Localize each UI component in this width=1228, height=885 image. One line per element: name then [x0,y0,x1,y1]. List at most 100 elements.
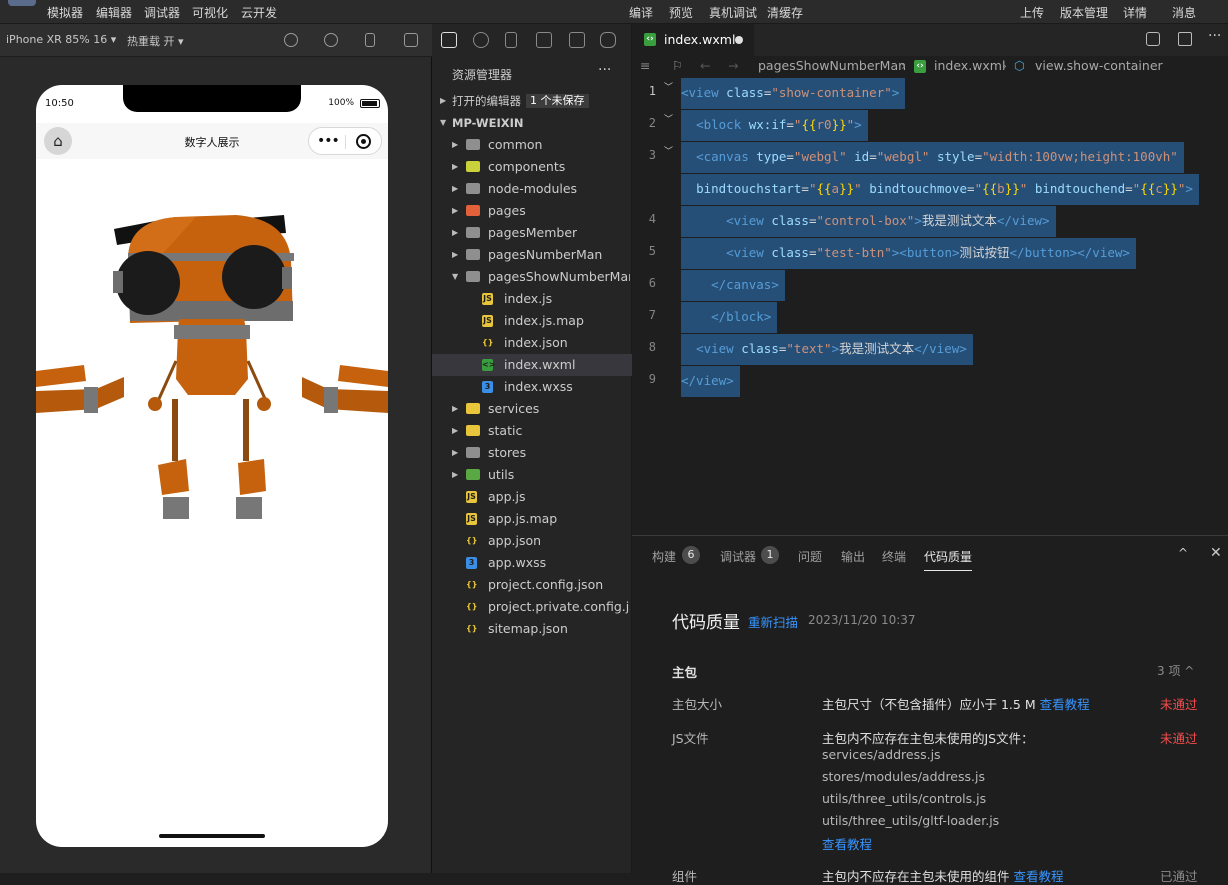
source-control-icon[interactable] [505,32,517,48]
list-icon[interactable]: ≡ [640,58,650,73]
breadcrumb: ≡ ⚐ ← → pagesShowNumberMan › ‹› index.wx… [632,56,1228,76]
menu-preview[interactable]: 预览 [669,4,693,21]
chevron-up-icon[interactable]: ^ [1178,546,1188,560]
tree-item-label: pagesMember [488,225,578,240]
project-header[interactable]: ▼ MP-WEIXIN [432,112,632,134]
search-icon[interactable] [473,32,489,48]
activity-bar [432,24,632,57]
section-count[interactable]: 3 项 ^ [1157,662,1194,679]
file-app-js-map[interactable]: JS app.js.map [432,508,632,530]
tree-item-label: index.wxss [504,379,573,394]
forward-icon[interactable]: → [728,58,738,73]
code-area[interactable]: 1 2 3 4 5 6 7 8 9 ﹀ ﹀ ﹀ <view class="sho… [632,78,1228,548]
fold-chevron-icon[interactable]: ﹀ [664,112,673,125]
compare-icon[interactable] [1146,32,1160,46]
fold-chevron-icon[interactable]: ﹀ [664,144,673,157]
more-actions-icon[interactable]: ··· [598,62,611,78]
row-text-size: 主包尺寸（不包含插件）应小于 1.5 M 查看教程 [822,697,1090,712]
row-label-size: 主包大小 [672,697,723,712]
split-editor-icon[interactable] [1178,32,1192,46]
tab-build[interactable]: 构建 [652,548,676,565]
folder-pages[interactable]: ▶ pages [432,200,632,222]
more-icon[interactable]: ··· [1208,28,1221,44]
status-fail: 未通过 [1160,731,1198,746]
file-index-js[interactable]: JS index.js [432,288,632,310]
extensions-icon[interactable] [536,32,552,48]
menu-cloud[interactable]: 云开发 [241,4,277,21]
debug-icon[interactable] [569,32,585,48]
editor-tabs: ‹› index.wxml ··· [632,24,1228,56]
tutorial-link[interactable]: 查看教程 [822,834,872,853]
menu-compile[interactable]: 编译 [629,4,653,21]
folder-common[interactable]: ▶ common [432,134,632,156]
tab-terminal[interactable]: 终端 [882,548,906,565]
wxml-file-icon: ‹› [644,33,656,46]
folder-services[interactable]: ▶ services [432,398,632,420]
robot-3d-render[interactable] [36,201,388,531]
phone-icon[interactable] [365,33,375,47]
fold-chevron-icon[interactable]: ﹀ [664,80,673,93]
tutorial-link[interactable]: 查看教程 [1040,697,1090,712]
file-index-wxss[interactable]: 3 index.wxss [432,376,632,398]
folder-stores[interactable]: ▶ stores [432,442,632,464]
menu-clear-cache[interactable]: 清缓存 [767,4,803,21]
file-type-icon: {} [466,580,478,589]
menu-visual[interactable]: 可视化 [192,4,228,21]
menu-simulator[interactable]: 模拟器 [47,4,83,21]
file-index-js-map[interactable]: JS index.js.map [432,310,632,332]
folder-pagesmember[interactable]: ▶ pagesMember [432,222,632,244]
menu-details[interactable]: 详情 [1123,4,1147,21]
folder-components[interactable]: ▶ components [432,156,632,178]
file-project-private-config-js-[interactable]: {} project.private.config.js... [432,596,632,618]
folder-pagesnumberman[interactable]: ▶ pagesNumberMan [432,244,632,266]
popout-icon[interactable] [404,33,418,47]
row-text-components: 主包内不应存在主包未使用的组件 查看教程 [822,869,1064,884]
back-icon[interactable]: ← [700,58,710,73]
stop-icon[interactable] [324,33,338,47]
capsule-menu[interactable]: ••• [308,127,382,155]
hot-reload-toggle[interactable]: 热重载 开 ▾ [127,33,184,49]
bookmark-icon[interactable]: ⚐ [672,58,683,73]
menu-messages[interactable]: 消息 [1172,4,1196,21]
refresh-icon[interactable] [284,33,298,47]
tutorial-link[interactable]: 查看教程 [1014,869,1064,884]
breadcrumb-file[interactable]: index.wxml [934,58,1005,73]
folder-static[interactable]: ▶ static [432,420,632,442]
open-editors-header[interactable]: ▶ 打开的编辑器 1 个未保存 [432,90,632,112]
docker-icon[interactable] [600,32,616,48]
folder-pagesshownumberman[interactable]: ▼ pagesShowNumberMan [432,266,632,288]
menu-editor[interactable]: 编辑器 [96,4,132,21]
file-app-js[interactable]: JS app.js [432,486,632,508]
close-target-icon[interactable] [356,134,371,149]
file-app-wxss[interactable]: 3 app.wxss [432,552,632,574]
file-sitemap-json[interactable]: {} sitemap.json [432,618,632,640]
tab-problems[interactable]: 问题 [798,548,822,565]
tab-debugger[interactable]: 调试器 [720,548,756,565]
tab-output[interactable]: 输出 [841,548,865,565]
tree-item-label: sitemap.json [488,621,568,636]
file-index-json[interactable]: {} index.json [432,332,632,354]
file-type-icon: 3 [482,381,493,393]
menu-upload[interactable]: 上传 [1020,4,1044,21]
files-icon[interactable] [441,32,457,48]
line-number: 5 [648,244,656,258]
menu-version-control[interactable]: 版本管理 [1060,4,1108,21]
folder-utils[interactable]: ▶ utils [432,464,632,486]
menu-real-device-debug[interactable]: 真机调试 [709,4,757,21]
folder-node-modules[interactable]: ▶ node-modules [432,178,632,200]
menu-debugger[interactable]: 调试器 [144,4,180,21]
tree-item-label: app.wxss [488,555,547,570]
file-project-config-json[interactable]: {} project.config.json [432,574,632,596]
tab-index-wxml[interactable]: ‹› index.wxml [632,24,754,56]
rescan-link[interactable]: 重新扫描 [748,612,798,631]
file-index-wxml[interactable]: <> index.wxml [432,354,632,376]
close-icon[interactable]: ✕ [1210,545,1222,561]
more-dots-icon[interactable]: ••• [317,133,340,149]
row-label-js: JS文件 [672,731,709,746]
device-select[interactable]: iPhone XR 85% 16 ▾ [6,33,116,46]
file-app-json[interactable]: {} app.json [432,530,632,552]
tab-code-quality[interactable]: 代码质量 [924,548,973,571]
unsaved-dot-icon[interactable] [735,36,743,44]
breadcrumb-folder[interactable]: pagesShowNumberMan [758,58,906,73]
breadcrumb-element[interactable]: view.show-container [1035,58,1163,73]
